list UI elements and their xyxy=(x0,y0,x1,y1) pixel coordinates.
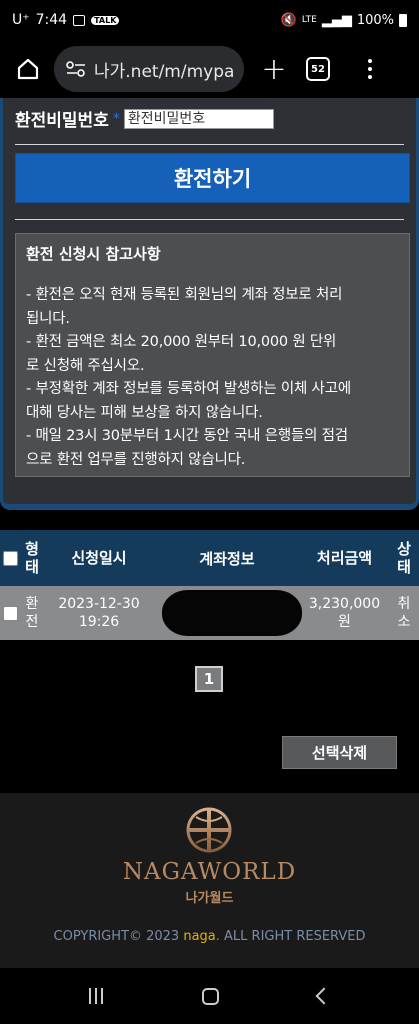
notice-line: 으로 환전 업무를 진행하지 않습니다. xyxy=(26,451,246,468)
row-amount: 3,230,000 원 xyxy=(308,596,381,630)
logo-text: NAGAWORLD xyxy=(122,859,297,885)
recent-apps-icon[interactable] xyxy=(89,988,104,1004)
notice-line: - 부정확한 계좌 정보를 등록하여 발생하는 이체 사고에 xyxy=(26,381,351,397)
chat-icon: TALK xyxy=(91,15,120,25)
battery-label: 100% xyxy=(356,12,394,28)
network-label: LTE xyxy=(301,15,317,25)
notice-line: - 매일 23시 30분부터 1시간 동안 국내 은행들의 점검 xyxy=(26,428,348,444)
exchange-password-input[interactable] xyxy=(123,108,274,129)
row-checkbox[interactable] xyxy=(2,605,18,621)
delete-selected-button[interactable]: 선택삭제 xyxy=(282,736,397,769)
header-type: 형태 xyxy=(25,540,39,576)
header-amount: 처리금액 xyxy=(316,549,373,567)
footer: NAGAWORLD 나가월드 COPYRIGHT© 2023 naga. ALL… xyxy=(0,793,419,968)
table-row[interactable]: 환전 2023-12-30 19:26 3,230,000 원 취소 xyxy=(0,586,419,640)
tab-switcher-icon[interactable]: 52 xyxy=(306,57,330,81)
notice-line: - 환전은 오직 현재 등록된 회원님의 계좌 정보로 처리 xyxy=(26,287,343,303)
history-table-header: 형태 신청일시 계좌정보 처리금액 상태 xyxy=(0,530,419,586)
pagination-page-1[interactable]: 1 xyxy=(195,666,223,692)
exchange-form-panel: 환전비밀번호 * 환전하기 환전 신청시 참고사항 - 환전은 오직 현재 등록… xyxy=(0,98,419,510)
site-settings-icon[interactable] xyxy=(66,60,88,78)
row-account xyxy=(154,586,302,640)
notice-line: - 환전 금액은 최소 20,000 원부터 10,000 원 단위 xyxy=(26,334,337,350)
redacted-account-info xyxy=(162,590,302,636)
browser-toolbar: 나가.net/m/mypa + 52 xyxy=(0,40,419,98)
nagaworld-logo-icon xyxy=(186,807,232,853)
select-all-checkbox[interactable] xyxy=(2,550,18,566)
required-marker: * xyxy=(112,110,120,127)
notice-line: 됩니다. xyxy=(26,310,70,327)
notice-box: 환전 신청시 참고사항 - 환전은 오직 현재 등록된 회원님의 계좌 정보로 … xyxy=(15,233,410,477)
logo-subtext: 나가월드 xyxy=(185,891,234,906)
copyright: COPYRIGHT© 2023 naga. ALL RIGHT RESERVED xyxy=(53,929,366,944)
gallery-icon xyxy=(73,14,86,26)
row-date: 2023-12-30 19:26 xyxy=(58,596,140,630)
new-tab-icon[interactable]: + xyxy=(254,49,294,89)
back-icon[interactable] xyxy=(315,987,333,1005)
signal-icon: ▂▄▆ xyxy=(321,12,352,28)
address-bar[interactable]: 나가.net/m/mypa xyxy=(54,46,244,92)
header-status: 상태 xyxy=(397,540,411,576)
header-account: 계좌정보 xyxy=(199,549,255,568)
divider xyxy=(15,219,404,220)
status-bar: U⁺ 7:44 TALK 🔇 LTE ▂▄▆ 100% xyxy=(0,0,419,40)
url-text[interactable]: 나가.net/m/mypa xyxy=(94,57,234,82)
carrier-label: U⁺ xyxy=(12,12,30,28)
notice-line: 대해 당사는 피해 보상을 하지 않습니다. xyxy=(26,404,263,421)
nav-home-icon[interactable] xyxy=(201,987,219,1005)
home-icon[interactable] xyxy=(8,49,48,89)
system-nav-bar xyxy=(0,968,419,1024)
row-type: 환전 xyxy=(25,596,39,630)
row-status: 취소 xyxy=(397,596,411,630)
divider xyxy=(15,144,404,145)
header-date: 신청일시 xyxy=(71,549,127,567)
notice-title: 환전 신청시 참고사항 xyxy=(26,245,161,263)
more-menu-icon[interactable] xyxy=(360,59,380,79)
clock: 7:44 xyxy=(35,12,68,28)
password-row: 환전비밀번호 * xyxy=(15,106,274,131)
battery-icon xyxy=(399,13,407,27)
password-label: 환전비밀번호 xyxy=(15,111,109,131)
exchange-button[interactable]: 환전하기 xyxy=(15,153,410,203)
notice-line: 로 신청해 주십시오. xyxy=(26,357,145,374)
mute-icon: 🔇 xyxy=(280,12,297,28)
